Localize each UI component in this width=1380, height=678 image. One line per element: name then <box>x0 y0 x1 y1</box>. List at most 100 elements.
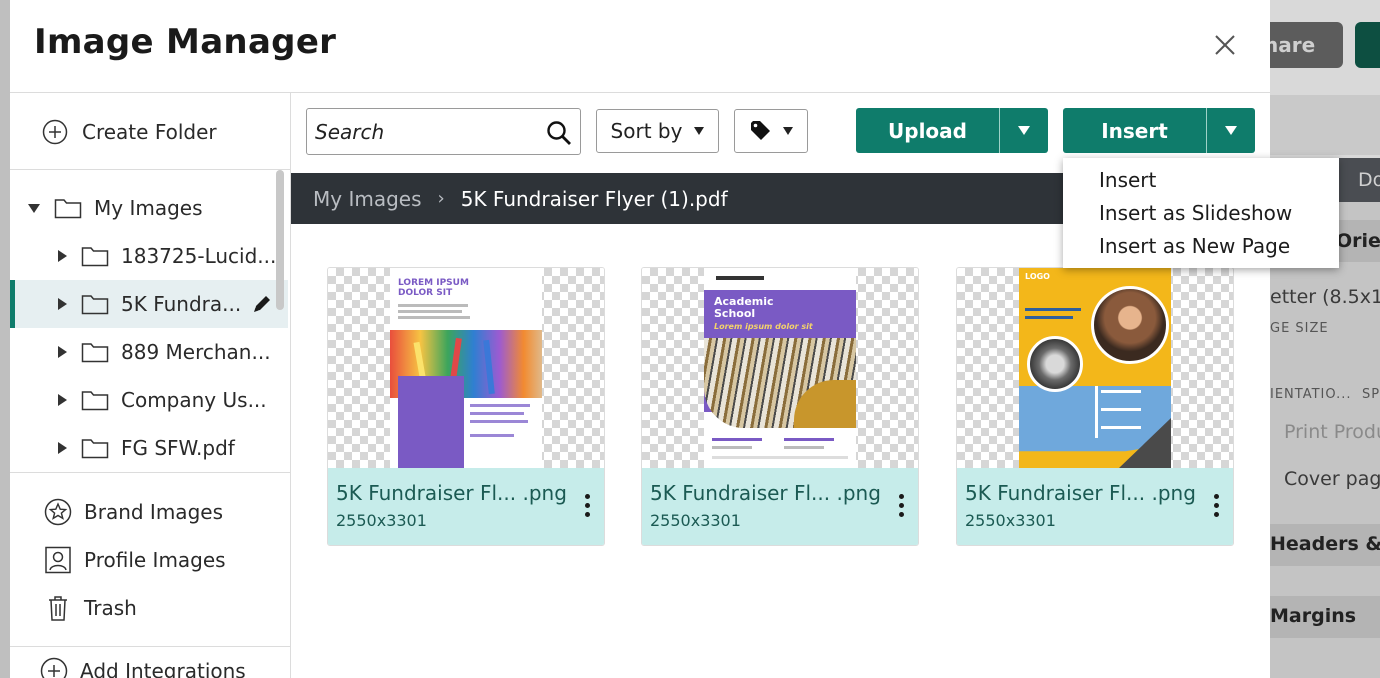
modal-title: Image Manager <box>34 22 337 62</box>
image-card[interactable]: LOREM IPSUM DOLOR SIT 5K Fundraiser Fl..… <box>327 267 605 546</box>
trash-label: Trash <box>84 596 137 620</box>
more-options-icon[interactable] <box>580 494 596 522</box>
search-input[interactable] <box>315 119 535 144</box>
card-filename: 5K Fundraiser Fl... .png <box>336 481 567 505</box>
card-filename: 5K Fundraiser Fl... .png <box>965 481 1196 505</box>
tag-filter-dropdown[interactable] <box>734 109 808 153</box>
insert-options-menu: Insert Insert as Slideshow Insert as New… <box>1063 158 1339 268</box>
background-toolbar <box>1270 95 1380 155</box>
caret-right-icon[interactable] <box>58 250 67 262</box>
tree-item-my-images[interactable]: My Images <box>10 184 288 232</box>
profile-images-label: Profile Images <box>84 548 226 572</box>
create-folder-button[interactable]: Create Folder <box>42 117 217 147</box>
insert-options-button[interactable] <box>1206 108 1254 153</box>
card-info: 5K Fundraiser Fl... .png 2550x3301 <box>642 468 918 545</box>
chevron-down-icon <box>694 127 705 135</box>
search-field[interactable] <box>306 108 581 155</box>
tree-item-folder[interactable]: Company Us... <box>10 376 288 424</box>
folder-icon <box>54 199 82 219</box>
insert-split-button: Insert <box>1063 108 1255 153</box>
thumb-runner-photo <box>1091 286 1169 364</box>
tree-item-label: 889 Merchan... <box>121 340 271 364</box>
folder-icon <box>81 439 109 459</box>
folder-icon <box>81 247 109 267</box>
thumb-text-line <box>398 316 470 319</box>
sort-by-label: Sort by <box>610 119 683 143</box>
profile-icon <box>45 546 71 574</box>
tree-item-folder[interactable]: 889 Merchan... <box>10 328 288 376</box>
thumb-text-line <box>470 420 528 423</box>
thumb-text-line <box>1101 408 1141 411</box>
more-options-icon[interactable] <box>1209 494 1225 522</box>
upload-split-button: Upload <box>856 108 1048 153</box>
thumb-text-line <box>470 434 514 437</box>
image-manager-modal: Image Manager Create Folder My Images 18… <box>10 0 1270 678</box>
tree-scrollbar[interactable] <box>276 170 284 310</box>
search-icon[interactable] <box>546 120 572 146</box>
thumb-purple-panel <box>398 376 464 468</box>
sort-by-dropdown[interactable]: Sort by <box>596 109 719 153</box>
sidebar: Create Folder My Images 183725-Lucid... <box>10 93 291 678</box>
thumb-text-line <box>470 412 524 415</box>
background-print-label: Print Produ <box>1284 421 1380 443</box>
plus-circle-icon <box>40 657 68 678</box>
thumb-timeline <box>1095 386 1098 438</box>
menu-item-insert[interactable]: Insert <box>1063 166 1339 199</box>
plus-circle-icon <box>42 119 68 145</box>
insert-button[interactable]: Insert <box>1063 108 1206 153</box>
share-button: hare <box>1258 22 1343 68</box>
caret-right-icon[interactable] <box>58 346 67 358</box>
add-integrations-label: Add Integrations <box>80 659 246 678</box>
sidebar-divider <box>10 472 290 473</box>
image-thumbnail: Academic School Lorem ipsum dolor sit <box>704 268 856 468</box>
caret-right-icon[interactable] <box>58 442 67 454</box>
trash-icon <box>49 596 67 621</box>
breadcrumb-separator-icon: › <box>437 188 445 209</box>
star-badge-icon <box>44 498 72 526</box>
thumb-heading: LOREM IPSUM DOLOR SIT <box>398 278 469 298</box>
add-integrations-link[interactable]: Add Integrations <box>40 655 246 678</box>
thumb-logo: LOGO <box>1025 272 1050 281</box>
background-margins-label: Margins <box>1270 605 1357 627</box>
caret-right-icon[interactable] <box>58 298 67 310</box>
breadcrumb-root[interactable]: My Images <box>313 187 422 211</box>
thumb-text-line <box>784 446 824 449</box>
pencil-icon[interactable] <box>251 293 273 315</box>
folder-icon <box>81 343 109 363</box>
image-card[interactable]: Academic School Lorem ipsum dolor sit 5K… <box>641 267 919 546</box>
background-orient-label: Orie <box>1336 230 1380 252</box>
menu-item-insert-slideshow[interactable]: Insert as Slideshow <box>1063 199 1339 232</box>
upload-button[interactable]: Upload <box>856 108 999 153</box>
profile-images-link[interactable]: Profile Images <box>44 544 226 576</box>
tree-item-folder[interactable]: 183725-Lucid... <box>10 232 288 280</box>
tree-item-label: FG SFW.pdf <box>121 436 235 460</box>
tree-item-folder[interactable]: FG SFW.pdf <box>10 424 288 472</box>
thumb-text-line <box>1101 426 1141 429</box>
menu-item-insert-new-page[interactable]: Insert as New Page <box>1063 232 1339 265</box>
caret-right-icon[interactable] <box>58 394 67 406</box>
background-green-button <box>1355 22 1380 68</box>
insert-label: Insert <box>1101 118 1168 143</box>
image-card[interactable]: LOGO 5K Fundraiser Fl... .png 2550x3301 <box>956 267 1234 546</box>
close-icon[interactable] <box>1210 30 1240 60</box>
folder-icon <box>81 295 109 315</box>
chevron-down-icon <box>783 127 793 135</box>
card-filename: 5K Fundraiser Fl... .png <box>650 481 881 505</box>
background-paper-size: etter (8.5x11 <box>1270 286 1380 308</box>
more-options-icon[interactable] <box>894 494 910 522</box>
thumb-logo-bar <box>716 276 764 280</box>
thumb-text-line <box>712 456 848 459</box>
upload-options-button[interactable] <box>999 108 1047 153</box>
tag-icon <box>751 121 770 140</box>
tree-item-label: 183725-Lucid... <box>121 244 277 268</box>
sidebar-divider <box>10 646 290 647</box>
thumb-text-line <box>1025 308 1081 311</box>
thumb-text-line <box>470 404 530 407</box>
tree-item-label: My Images <box>94 196 203 220</box>
thumb-subheading: Lorem ipsum dolor sit <box>714 322 813 331</box>
caret-down-icon[interactable] <box>28 203 40 213</box>
brand-images-link[interactable]: Brand Images <box>44 496 223 528</box>
tree-item-folder-selected[interactable]: 5K Fundra... <box>10 280 288 328</box>
trash-link[interactable]: Trash <box>44 592 137 624</box>
thumb-heading: Academic School <box>714 295 774 320</box>
